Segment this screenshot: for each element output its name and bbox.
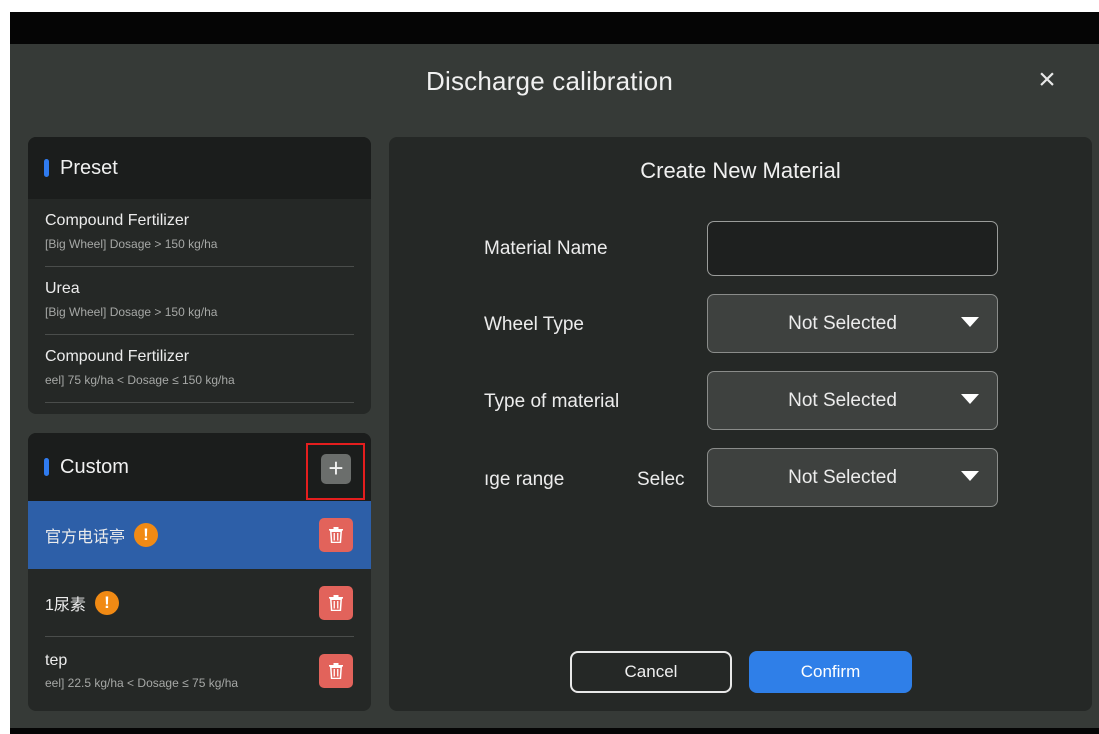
cancel-button[interactable]: Cancel <box>570 651 732 693</box>
custom-item-desc: eel] 22.5 kg/ha < Dosage ≤ 75 kg/ha <box>45 676 239 690</box>
preset-panel: Preset Compound Fertilizer [Big Wheel] D… <box>28 137 371 414</box>
custom-item-name: 官方电话亭 <box>45 529 126 546</box>
trash-icon <box>329 595 343 611</box>
select-value: Not Selected <box>788 389 897 411</box>
dialog-title: Discharge calibration <box>426 66 673 96</box>
preset-item[interactable]: Urea [Big Wheel] Dosage > 150 kg/ha <box>45 267 354 335</box>
top-black-bar <box>10 12 1099 44</box>
section-marker <box>44 458 49 476</box>
preset-item-name: Urea <box>45 280 80 297</box>
preset-item-desc: eel] 75 kg/ha < Dosage ≤ 150 kg/ha <box>45 373 235 387</box>
material-type-label: Type of material <box>484 391 620 412</box>
preset-item-name: Compound Fertilizer <box>45 212 190 229</box>
chevron-down-icon <box>961 394 979 404</box>
preset-item-desc: [Big Wheel] Dosage > 150 kg/ha <box>45 237 218 251</box>
form-title: Create New Material <box>640 158 841 183</box>
custom-item-selected[interactable]: 官方电话亭 ! <box>28 501 371 569</box>
custom-item[interactable]: tep eel] 22.5 kg/ha < Dosage ≤ 75 kg/ha <box>28 637 371 705</box>
preset-title: Preset <box>60 156 118 179</box>
select-value: Not Selected <box>788 312 897 334</box>
confirm-button[interactable]: Confirm <box>749 651 912 693</box>
wheel-type-select[interactable]: Not Selected <box>707 294 998 353</box>
preset-header: Preset <box>28 137 371 199</box>
delete-button[interactable] <box>319 518 353 552</box>
bottom-black-bar <box>10 728 1099 734</box>
dosage-range-label: ıge range <box>484 469 565 490</box>
custom-panel: Custom + 官方电话亭 ! 1尿素 ! tep eel] 22.5 kg/… <box>28 433 371 711</box>
create-material-panel: Create New Material Material Name Wheel … <box>389 137 1092 711</box>
section-marker <box>44 159 49 177</box>
preset-item[interactable]: Compound Fertilizer eel] 75 kg/ha < Dosa… <box>45 335 354 403</box>
add-material-button[interactable]: + <box>321 454 351 484</box>
delete-button[interactable] <box>319 586 353 620</box>
custom-header: Custom + <box>28 433 371 501</box>
warning-icon: ! <box>94 591 119 615</box>
material-type-select[interactable]: Not Selected <box>707 371 998 430</box>
dosage-range-select[interactable]: Not Selected <box>707 448 998 507</box>
custom-item-name: tep <box>45 652 68 669</box>
material-name-label: Material Name <box>484 238 608 259</box>
custom-item[interactable]: 1尿素 ! <box>28 569 371 637</box>
delete-button[interactable] <box>319 654 353 688</box>
close-icon[interactable]: × <box>1034 65 1060 95</box>
trash-icon <box>329 527 343 543</box>
material-name-input[interactable] <box>707 221 998 276</box>
add-highlight-frame: + <box>306 443 365 500</box>
chevron-down-icon <box>961 317 979 327</box>
select-value: Not Selected <box>788 466 897 488</box>
wheel-type-label: Wheel Type <box>484 314 584 335</box>
preset-item[interactable]: Compound Fertilizer [Big Wheel] Dosage >… <box>45 199 354 267</box>
custom-title: Custom <box>60 455 129 478</box>
dosage-range-overlap-text: Selec <box>637 469 685 490</box>
warning-icon: ! <box>134 523 159 547</box>
preset-item-name: Compound Fertilizer <box>45 348 190 365</box>
trash-icon <box>329 663 343 679</box>
custom-item-name: 1尿素 <box>45 597 86 614</box>
chevron-down-icon <box>961 471 979 481</box>
preset-item-desc: [Big Wheel] Dosage > 150 kg/ha <box>45 305 218 319</box>
